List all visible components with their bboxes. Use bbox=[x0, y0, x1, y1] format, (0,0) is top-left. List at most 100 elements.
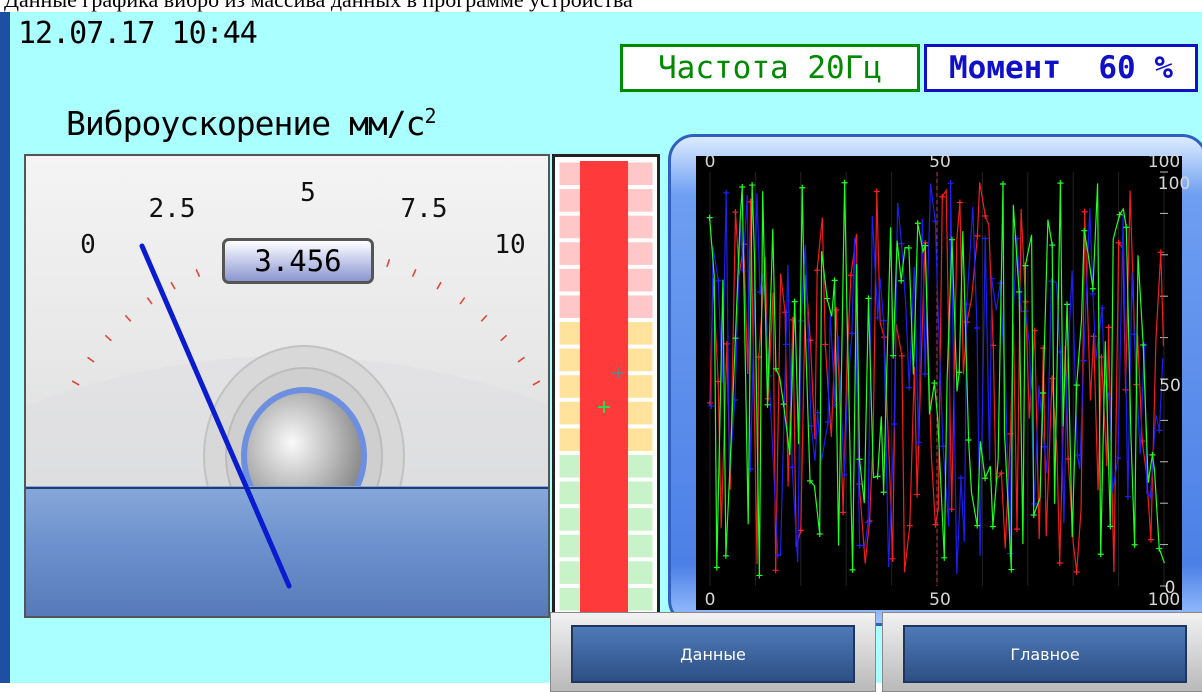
trend-point-marker bbox=[1080, 357, 1087, 364]
trend-point-marker bbox=[1099, 305, 1106, 312]
trend-x-top-label-100: 100 bbox=[1147, 152, 1181, 172]
trend-point-marker bbox=[898, 352, 905, 359]
trend-point-marker bbox=[997, 280, 1004, 287]
gauge-tick-label-10: 10 bbox=[494, 230, 526, 260]
trend-point-marker bbox=[840, 509, 847, 516]
gauge-tick-label-7-5: 7.5 bbox=[400, 194, 448, 224]
trend-point-marker bbox=[856, 456, 863, 463]
trend-point-marker bbox=[898, 240, 905, 247]
trend-point-marker bbox=[1016, 288, 1023, 295]
trend-point-marker bbox=[1040, 390, 1047, 397]
gauge-face bbox=[26, 156, 548, 616]
trend-point-marker bbox=[1140, 341, 1147, 348]
frequency-display: Частота 20Гц bbox=[620, 44, 920, 92]
trend-point-marker bbox=[708, 402, 715, 409]
trend-point-marker bbox=[1090, 333, 1097, 340]
trend-point-marker bbox=[891, 421, 898, 428]
trend-point-marker bbox=[849, 566, 856, 573]
trend-point-marker bbox=[1147, 536, 1154, 543]
trend-point-marker bbox=[965, 437, 972, 444]
trend-point-marker bbox=[1073, 382, 1080, 389]
trend-point-marker bbox=[848, 330, 855, 337]
trend-chart: 0 50 100 100 50 0 0 50 100 bbox=[696, 152, 1190, 610]
trend-point-marker bbox=[1081, 208, 1088, 215]
trend-point-marker bbox=[906, 384, 913, 391]
trend-point-marker bbox=[874, 473, 881, 480]
trend-point-marker bbox=[791, 298, 798, 305]
trend-point-marker bbox=[948, 506, 955, 513]
trend-point-marker bbox=[732, 209, 739, 216]
trend-point-marker bbox=[723, 340, 730, 347]
trend-point-marker bbox=[906, 522, 913, 529]
trend-point-marker bbox=[713, 564, 720, 571]
gauge-readout: 3.456 bbox=[222, 238, 374, 284]
trend-point-marker bbox=[1149, 451, 1156, 458]
trend-point-marker bbox=[880, 317, 887, 324]
data-button[interactable]: Данные bbox=[550, 612, 876, 692]
trend-point-marker bbox=[1156, 545, 1163, 552]
trend-point-marker bbox=[1041, 443, 1048, 450]
trend-point-marker bbox=[749, 182, 756, 189]
moment-value: 60 % bbox=[1098, 50, 1173, 86]
main-button-label: Главное bbox=[903, 625, 1187, 683]
main-button[interactable]: Главное bbox=[882, 612, 1202, 692]
trend-point-marker bbox=[1131, 331, 1138, 338]
trend-point-marker bbox=[873, 188, 880, 195]
trend-point-marker bbox=[816, 531, 823, 538]
trend-point-marker bbox=[822, 341, 829, 348]
trend-point-marker bbox=[782, 341, 789, 348]
gauge-tick-label-0: 0 bbox=[80, 230, 96, 260]
trend-point-marker bbox=[905, 244, 912, 251]
trend-point-marker bbox=[1013, 526, 1020, 533]
trend-point-marker bbox=[722, 552, 729, 559]
trend-point-marker bbox=[982, 475, 989, 482]
trend-point-marker bbox=[999, 181, 1006, 188]
trend-point-marker bbox=[957, 474, 964, 481]
trend-y-label-50: 50 bbox=[1159, 376, 1181, 396]
bargraph-fill bbox=[580, 161, 628, 613]
trend-plot-area bbox=[706, 171, 1168, 587]
bargraph-svg bbox=[558, 161, 654, 613]
trend-point-marker bbox=[1081, 227, 1088, 234]
trend-point-marker bbox=[1124, 493, 1131, 500]
trend-point-marker bbox=[889, 555, 896, 562]
trend-point-marker bbox=[1073, 569, 1080, 576]
trend-point-marker bbox=[898, 277, 905, 284]
trend-x-top-label-0: 0 bbox=[704, 152, 716, 172]
trend-point-marker bbox=[789, 464, 796, 471]
trend-x-top-label-50: 50 bbox=[929, 152, 951, 172]
trend-point-marker bbox=[947, 180, 954, 187]
trend-point-marker bbox=[1056, 560, 1063, 567]
trend-point-marker bbox=[982, 213, 989, 220]
level-bargraph bbox=[552, 154, 660, 620]
trend-point-marker bbox=[841, 179, 848, 186]
trend-point-marker bbox=[922, 370, 929, 377]
trend-point-marker bbox=[880, 489, 887, 496]
trend-point-marker bbox=[1048, 278, 1055, 285]
trend-point-marker bbox=[982, 235, 989, 242]
trend-point-marker bbox=[1116, 211, 1123, 218]
trend-point-marker bbox=[814, 267, 821, 274]
trend-point-marker bbox=[914, 220, 921, 227]
trend-point-marker bbox=[941, 554, 948, 561]
trend-point-marker bbox=[1131, 541, 1138, 548]
trend-x-bottom-label-0: 0 bbox=[704, 590, 716, 610]
trend-point-marker bbox=[1057, 180, 1064, 187]
trend-point-marker bbox=[988, 275, 995, 282]
trend-point-marker bbox=[1089, 285, 1096, 292]
trend-point-marker bbox=[1064, 301, 1071, 308]
top-caption-text: Данные графика вибро из массива данных в… bbox=[4, 0, 633, 12]
trend-point-marker bbox=[833, 307, 840, 314]
hmi-screen: 12.07.17 10:44 Частота 20Гц Момент 60 % … bbox=[0, 12, 1202, 692]
trend-point-marker bbox=[1097, 551, 1104, 558]
trend-point-marker bbox=[974, 232, 981, 239]
trend-point-marker bbox=[797, 317, 804, 324]
top-caption-strip: Данные графика вибро из массива данных в… bbox=[0, 0, 1202, 12]
trend-x-bottom-label-100: 100 bbox=[1147, 590, 1181, 610]
trend-point-marker bbox=[715, 277, 722, 284]
trend-point-marker bbox=[772, 567, 779, 574]
trend-point-marker bbox=[1105, 324, 1112, 331]
trend-point-marker bbox=[780, 401, 787, 408]
vibration-gauge: 0 2.5 5 7.5 10 3.456 bbox=[24, 154, 550, 618]
trend-point-marker bbox=[1156, 427, 1163, 434]
